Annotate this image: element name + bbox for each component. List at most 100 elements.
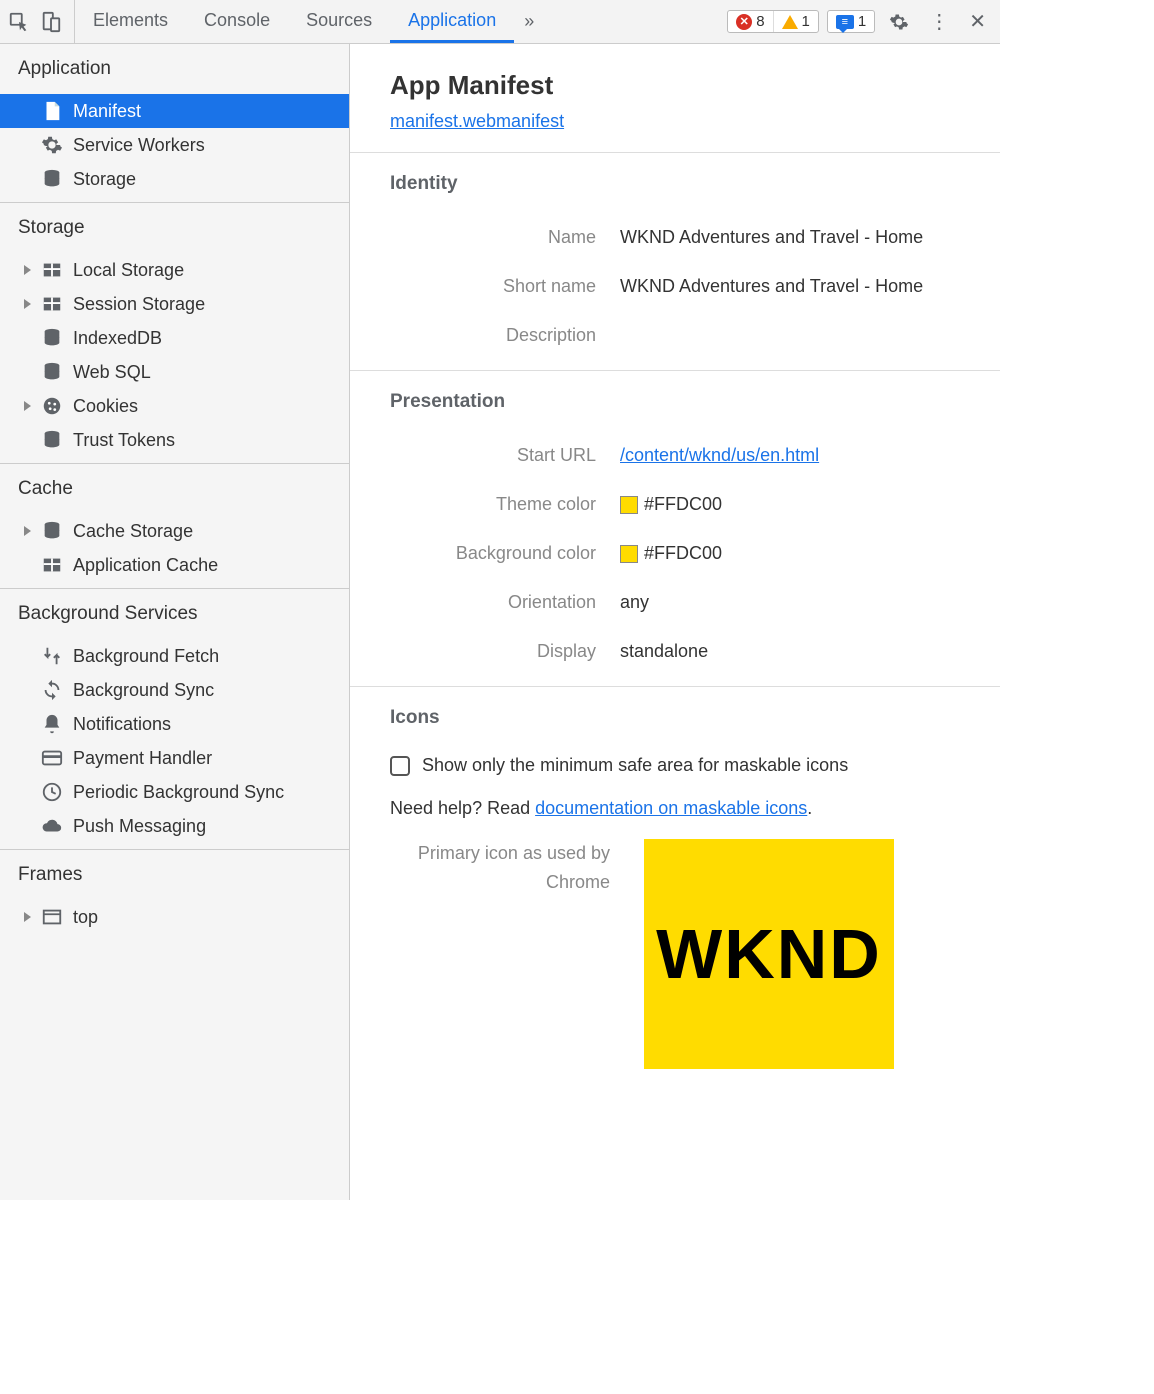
application-sidebar: Application Manifest Service Workers Sto…: [0, 44, 350, 1200]
name-value: WKND Adventures and Travel - Home: [620, 227, 960, 248]
manifest-file-link[interactable]: manifest.webmanifest: [390, 111, 564, 131]
sidebar-section-frames: Frames: [0, 849, 349, 900]
warning-badge[interactable]: 1: [774, 11, 818, 32]
sidebar-item-background-fetch[interactable]: Background Fetch: [0, 639, 349, 673]
bg-color-label: Background color: [390, 543, 620, 564]
device-toggle-icon[interactable]: [40, 11, 62, 33]
sidebar-item-label: Service Workers: [73, 135, 205, 156]
warning-count: 1: [802, 13, 810, 30]
settings-icon[interactable]: [883, 12, 915, 32]
manifest-panel: App Manifest manifest.webmanifest Identi…: [350, 44, 1000, 1200]
sidebar-item-indexeddb[interactable]: IndexedDB: [0, 321, 349, 355]
error-icon: ✕: [736, 14, 752, 30]
tab-sources[interactable]: Sources: [288, 0, 390, 43]
maskable-help-text: Need help? Read documentation on maskabl…: [390, 784, 960, 833]
primary-icon-label: Primary icon as used by Chrome: [390, 839, 620, 897]
sidebar-item-notifications[interactable]: Notifications: [0, 707, 349, 741]
display-value: standalone: [620, 641, 960, 662]
identity-header: Identity: [390, 173, 960, 195]
sidebar-item-label: Background Sync: [73, 680, 214, 701]
table-icon: [41, 554, 63, 576]
sidebar-item-label: Local Storage: [73, 260, 184, 281]
window-icon: [41, 906, 63, 928]
tab-elements[interactable]: Elements: [75, 0, 186, 43]
sidebar-item-session-storage[interactable]: Session Storage: [0, 287, 349, 321]
bg-color-value: #FFDC00: [620, 543, 960, 564]
sidebar-item-cache-storage[interactable]: Cache Storage: [0, 514, 349, 548]
error-badge[interactable]: ✕ 8: [728, 11, 773, 32]
maskable-checkbox[interactable]: [390, 756, 410, 776]
database-icon: [41, 429, 63, 451]
sidebar-section-application: Application: [0, 44, 349, 94]
sidebar-item-label: Payment Handler: [73, 748, 212, 769]
card-icon: [41, 747, 63, 769]
sidebar-item-label: Session Storage: [73, 294, 205, 315]
expand-icon[interactable]: [24, 265, 31, 275]
description-label: Description: [390, 325, 620, 346]
sidebar-item-payment-handler[interactable]: Payment Handler: [0, 741, 349, 775]
sidebar-item-label: Periodic Background Sync: [73, 782, 284, 803]
orientation-label: Orientation: [390, 592, 620, 613]
display-label: Display: [390, 641, 620, 662]
message-count: 1: [858, 13, 866, 30]
sidebar-item-label: IndexedDB: [73, 328, 162, 349]
identity-section: Identity Name WKND Adventures and Travel…: [350, 152, 1000, 370]
cookie-icon: [41, 395, 63, 417]
fetch-icon: [41, 645, 63, 667]
sidebar-item-label: Push Messaging: [73, 816, 206, 837]
tab-application[interactable]: Application: [390, 0, 514, 43]
message-icon: ≡: [836, 15, 854, 29]
sidebar-item-local-storage[interactable]: Local Storage: [0, 253, 349, 287]
cloud-icon: [41, 815, 63, 837]
sidebar-item-label: Background Fetch: [73, 646, 219, 667]
expand-icon[interactable]: [24, 299, 31, 309]
sidebar-item-label: Manifest: [73, 101, 141, 122]
sidebar-item-label: Notifications: [73, 714, 171, 735]
short-name-value: WKND Adventures and Travel - Home: [620, 276, 960, 297]
primary-icon-preview: WKND: [644, 839, 894, 1069]
database-icon: [41, 520, 63, 542]
expand-icon[interactable]: [24, 526, 31, 536]
sidebar-section-background-services: Background Services: [0, 588, 349, 639]
start-url-link[interactable]: /content/wknd/us/en.html: [620, 445, 819, 465]
sidebar-item-label: Cookies: [73, 396, 138, 417]
clock-icon: [41, 781, 63, 803]
bg-color-swatch: [620, 545, 638, 563]
sidebar-item-websql[interactable]: Web SQL: [0, 355, 349, 389]
gear-icon: [41, 134, 63, 156]
sidebar-item-service-workers[interactable]: Service Workers: [0, 128, 349, 162]
theme-color-value: #FFDC00: [620, 494, 960, 515]
expand-icon[interactable]: [24, 912, 31, 922]
sidebar-item-label: Cache Storage: [73, 521, 193, 542]
maskable-checkbox-label: Show only the minimum safe area for mask…: [422, 755, 848, 776]
sidebar-item-application-cache[interactable]: Application Cache: [0, 548, 349, 588]
presentation-section: Presentation Start URL /content/wknd/us/…: [350, 370, 1000, 686]
tabs-overflow-icon[interactable]: »: [514, 11, 544, 32]
close-devtools-icon[interactable]: ✕: [963, 9, 992, 34]
sidebar-item-cookies[interactable]: Cookies: [0, 389, 349, 423]
database-icon: [41, 168, 63, 190]
devtools-toolbar: Elements Console Sources Application » ✕…: [0, 0, 1000, 44]
sidebar-item-periodic-background-sync[interactable]: Periodic Background Sync: [0, 775, 349, 809]
message-badge[interactable]: ≡ 1: [827, 10, 875, 33]
sync-icon: [41, 679, 63, 701]
expand-icon[interactable]: [24, 401, 31, 411]
console-status-badges[interactable]: ✕ 8 1: [727, 10, 819, 33]
inspect-element-icon[interactable]: [8, 11, 30, 33]
short-name-label: Short name: [390, 276, 620, 297]
tab-console[interactable]: Console: [186, 0, 288, 43]
sidebar-item-manifest[interactable]: Manifest: [0, 94, 349, 128]
more-icon[interactable]: ⋮: [923, 9, 955, 34]
sidebar-item-trust-tokens[interactable]: Trust Tokens: [0, 423, 349, 463]
database-icon: [41, 361, 63, 383]
sidebar-item-storage[interactable]: Storage: [0, 162, 349, 202]
sidebar-item-label: Storage: [73, 169, 136, 190]
sidebar-item-label: top: [73, 907, 98, 928]
name-label: Name: [390, 227, 620, 248]
sidebar-section-storage: Storage: [0, 202, 349, 253]
sidebar-item-frame-top[interactable]: top: [0, 900, 349, 934]
sidebar-item-background-sync[interactable]: Background Sync: [0, 673, 349, 707]
maskable-docs-link[interactable]: documentation on maskable icons: [535, 798, 807, 818]
table-icon: [41, 259, 63, 281]
sidebar-item-push-messaging[interactable]: Push Messaging: [0, 809, 349, 849]
